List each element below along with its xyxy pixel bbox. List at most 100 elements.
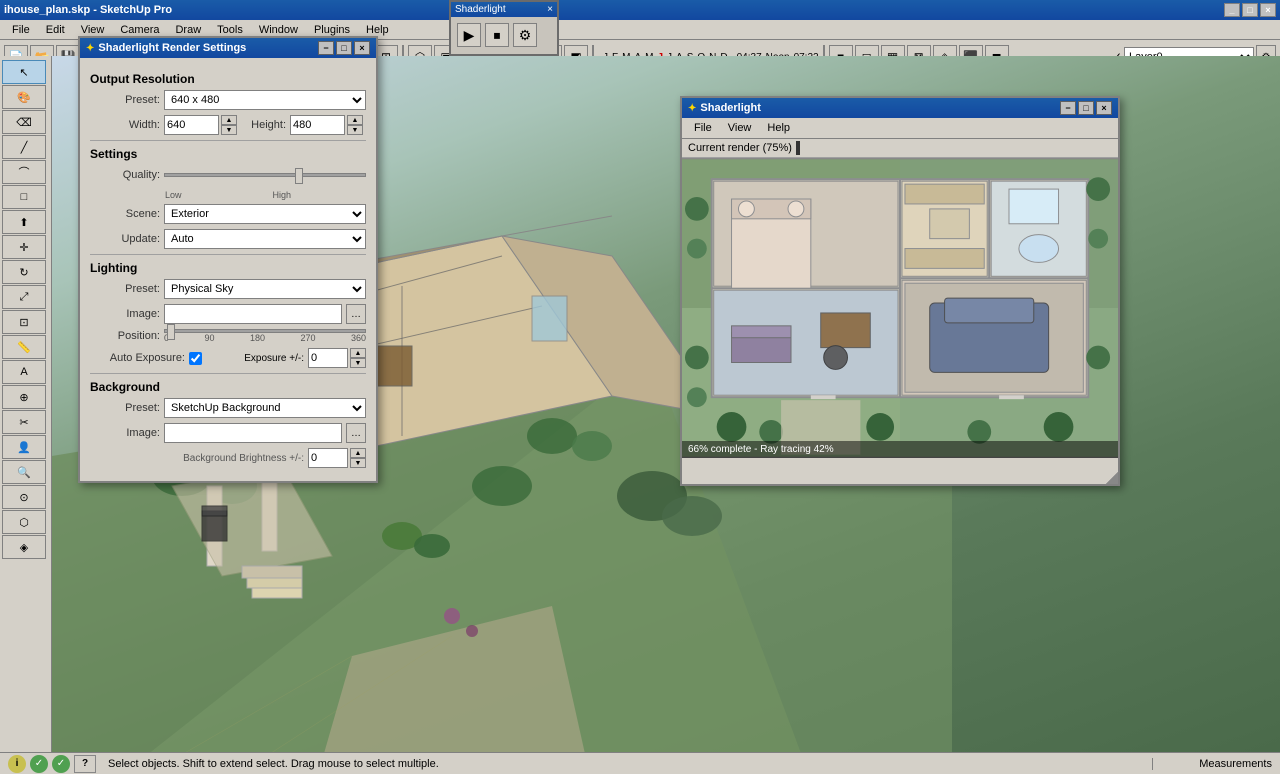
render-status-bar: Current render (75%) xyxy=(682,139,1118,158)
orbit-tool-side[interactable]: ⊙ xyxy=(2,485,46,509)
push-pull-tool[interactable]: ⬆ xyxy=(2,210,46,234)
offset-tool[interactable]: ⊡ xyxy=(2,310,46,334)
resolution-preset-select[interactable]: 640 x 480 800 x 600 1024 x 768 1920 x 10… xyxy=(164,90,366,110)
render-menu-view[interactable]: View xyxy=(720,120,760,136)
section-tool[interactable]: ✂ xyxy=(2,410,46,434)
update-select[interactable]: Auto Manual xyxy=(164,229,366,249)
dialog-maximize-btn[interactable]: □ xyxy=(336,41,352,55)
minimize-button[interactable]: _ xyxy=(1224,3,1240,17)
shaderlight-mini-buttons: ▶ ⏹ ⚙ xyxy=(451,17,557,53)
dialog-title-buttons: − □ × xyxy=(318,41,370,55)
width-up-btn[interactable]: ▲ xyxy=(221,115,237,125)
bg-brightness-up-btn[interactable]: ▲ xyxy=(350,448,366,458)
maximize-button[interactable]: □ xyxy=(1242,3,1258,17)
zoom-tool-side[interactable]: 🔍 xyxy=(2,460,46,484)
materials-btn[interactable]: ◈ xyxy=(2,535,46,559)
position-thumb[interactable] xyxy=(167,324,175,340)
status-icon-3[interactable]: ✓ xyxy=(52,755,70,773)
bg-preset-select[interactable]: SketchUp Background Custom Color Custom … xyxy=(164,398,366,418)
auto-exposure-row: Auto Exposure: Exposure +/-: ▲ ▼ xyxy=(90,348,366,368)
bg-browse-btn[interactable]: … xyxy=(346,423,366,443)
rotate-tool[interactable]: ↻ xyxy=(2,260,46,284)
dimensions-row: Width: ▲ ▼ Height: ▲ ▼ xyxy=(90,115,366,135)
scene-select[interactable]: Exterior Interior xyxy=(164,204,366,224)
text-tool[interactable]: A xyxy=(2,360,46,384)
line-tool[interactable]: ╱ xyxy=(2,135,46,159)
quality-labels: Low High xyxy=(90,190,366,204)
settings-header: Settings xyxy=(90,147,366,161)
arc-tool[interactable]: ⌒ xyxy=(2,160,46,184)
status-icon-1[interactable]: i xyxy=(8,755,26,773)
dialog-close-btn[interactable]: × xyxy=(354,41,370,55)
components-btn[interactable]: ⬡ xyxy=(2,510,46,534)
quality-slider-thumb[interactable] xyxy=(295,168,303,184)
pos-90: 90 xyxy=(204,333,214,343)
render-win-minimize-btn[interactable]: − xyxy=(1060,101,1076,115)
position-label: Position: xyxy=(90,330,160,342)
divider-3 xyxy=(90,373,366,374)
render-window: ✦ Shaderlight − □ × File View Help Curre… xyxy=(680,96,1120,486)
status-icon-2[interactable]: ✓ xyxy=(30,755,48,773)
background-header: Background xyxy=(90,380,366,394)
auto-exposure-checkbox[interactable] xyxy=(189,352,202,365)
progress-label: 66% complete - Ray tracing 42% xyxy=(688,444,834,455)
quality-slider-container xyxy=(164,165,366,185)
height-down-btn[interactable]: ▼ xyxy=(347,125,363,135)
tape-tool[interactable]: 📏 xyxy=(2,335,46,359)
divider-2 xyxy=(90,254,366,255)
render-settings-title-text: Shaderlight Render Settings xyxy=(98,42,246,54)
menu-file[interactable]: File xyxy=(4,22,38,38)
width-input[interactable] xyxy=(164,115,219,135)
scale-tool[interactable]: ⤢ xyxy=(2,285,46,309)
render-menu-file[interactable]: File xyxy=(686,120,720,136)
bg-brightness-input[interactable] xyxy=(308,448,348,468)
help-icon[interactable]: ? xyxy=(74,755,96,773)
quality-row: Quality: xyxy=(90,165,366,185)
render-play-btn[interactable]: ▶ xyxy=(457,23,481,47)
shaderlight-mini-close[interactable]: × xyxy=(547,4,553,15)
lighting-preset-select[interactable]: Physical Sky Artificial Custom xyxy=(164,279,366,299)
lighting-image-input[interactable] xyxy=(164,304,342,324)
bg-image-input[interactable] xyxy=(164,423,342,443)
render-menu-help[interactable]: Help xyxy=(759,120,798,136)
position-slider-container: 0 90 180 270 360 xyxy=(164,329,366,343)
render-win-close-btn[interactable]: × xyxy=(1096,101,1112,115)
render-window-title-bar[interactable]: ✦ Shaderlight − □ × xyxy=(682,98,1118,118)
position-labels: 0 90 180 270 360 xyxy=(164,333,366,343)
height-up-btn[interactable]: ▲ xyxy=(347,115,363,125)
scene-label: Scene: xyxy=(90,208,160,220)
resize-grip[interactable] xyxy=(1106,472,1118,484)
lighting-browse-btn[interactable]: … xyxy=(346,304,366,324)
eraser-tool[interactable]: ⌫ xyxy=(2,110,46,134)
update-label: Update: xyxy=(90,233,160,245)
menu-edit[interactable]: Edit xyxy=(38,22,73,38)
height-spinner: ▲ ▼ xyxy=(347,115,363,135)
title-bar: ihouse_plan.skp - SketchUp Pro _ □ × xyxy=(0,0,1280,20)
position-track xyxy=(164,329,366,333)
move-tool[interactable]: ✛ xyxy=(2,235,46,259)
bg-brightness-down-btn[interactable]: ▼ xyxy=(350,458,366,468)
shaderlight-mini-title-bar[interactable]: Shaderlight × xyxy=(451,2,557,17)
render-settings-btn[interactable]: ⚙ xyxy=(513,23,537,47)
select-tool[interactable]: ↖ xyxy=(2,60,46,84)
width-label: Width: xyxy=(90,119,160,131)
height-input[interactable] xyxy=(290,115,345,135)
axes-tool[interactable]: ⊕ xyxy=(2,385,46,409)
close-button[interactable]: × xyxy=(1260,3,1276,17)
render-window-menu: File View Help xyxy=(682,118,1118,139)
exposure-input[interactable] xyxy=(308,348,348,368)
width-down-btn[interactable]: ▼ xyxy=(221,125,237,135)
exposure-input-group: ▲ ▼ xyxy=(308,348,366,368)
walk-tool[interactable]: 👤 xyxy=(2,435,46,459)
render-stop-btn[interactable]: ⏹ xyxy=(485,23,509,47)
shape-tools[interactable]: □ xyxy=(2,185,46,209)
paint-tool[interactable]: 🎨 xyxy=(2,85,46,109)
render-win-maximize-btn[interactable]: □ xyxy=(1078,101,1094,115)
dialog-icon: ✦ xyxy=(86,43,94,54)
bg-image-row: Image: … xyxy=(90,423,366,443)
exposure-up-btn[interactable]: ▲ xyxy=(350,348,366,358)
render-settings-title-bar[interactable]: ✦ Shaderlight Render Settings − □ × xyxy=(80,38,376,58)
exposure-down-btn[interactable]: ▼ xyxy=(350,358,366,368)
render-image-svg xyxy=(682,158,1118,458)
dialog-minimize-btn[interactable]: − xyxy=(318,41,334,55)
